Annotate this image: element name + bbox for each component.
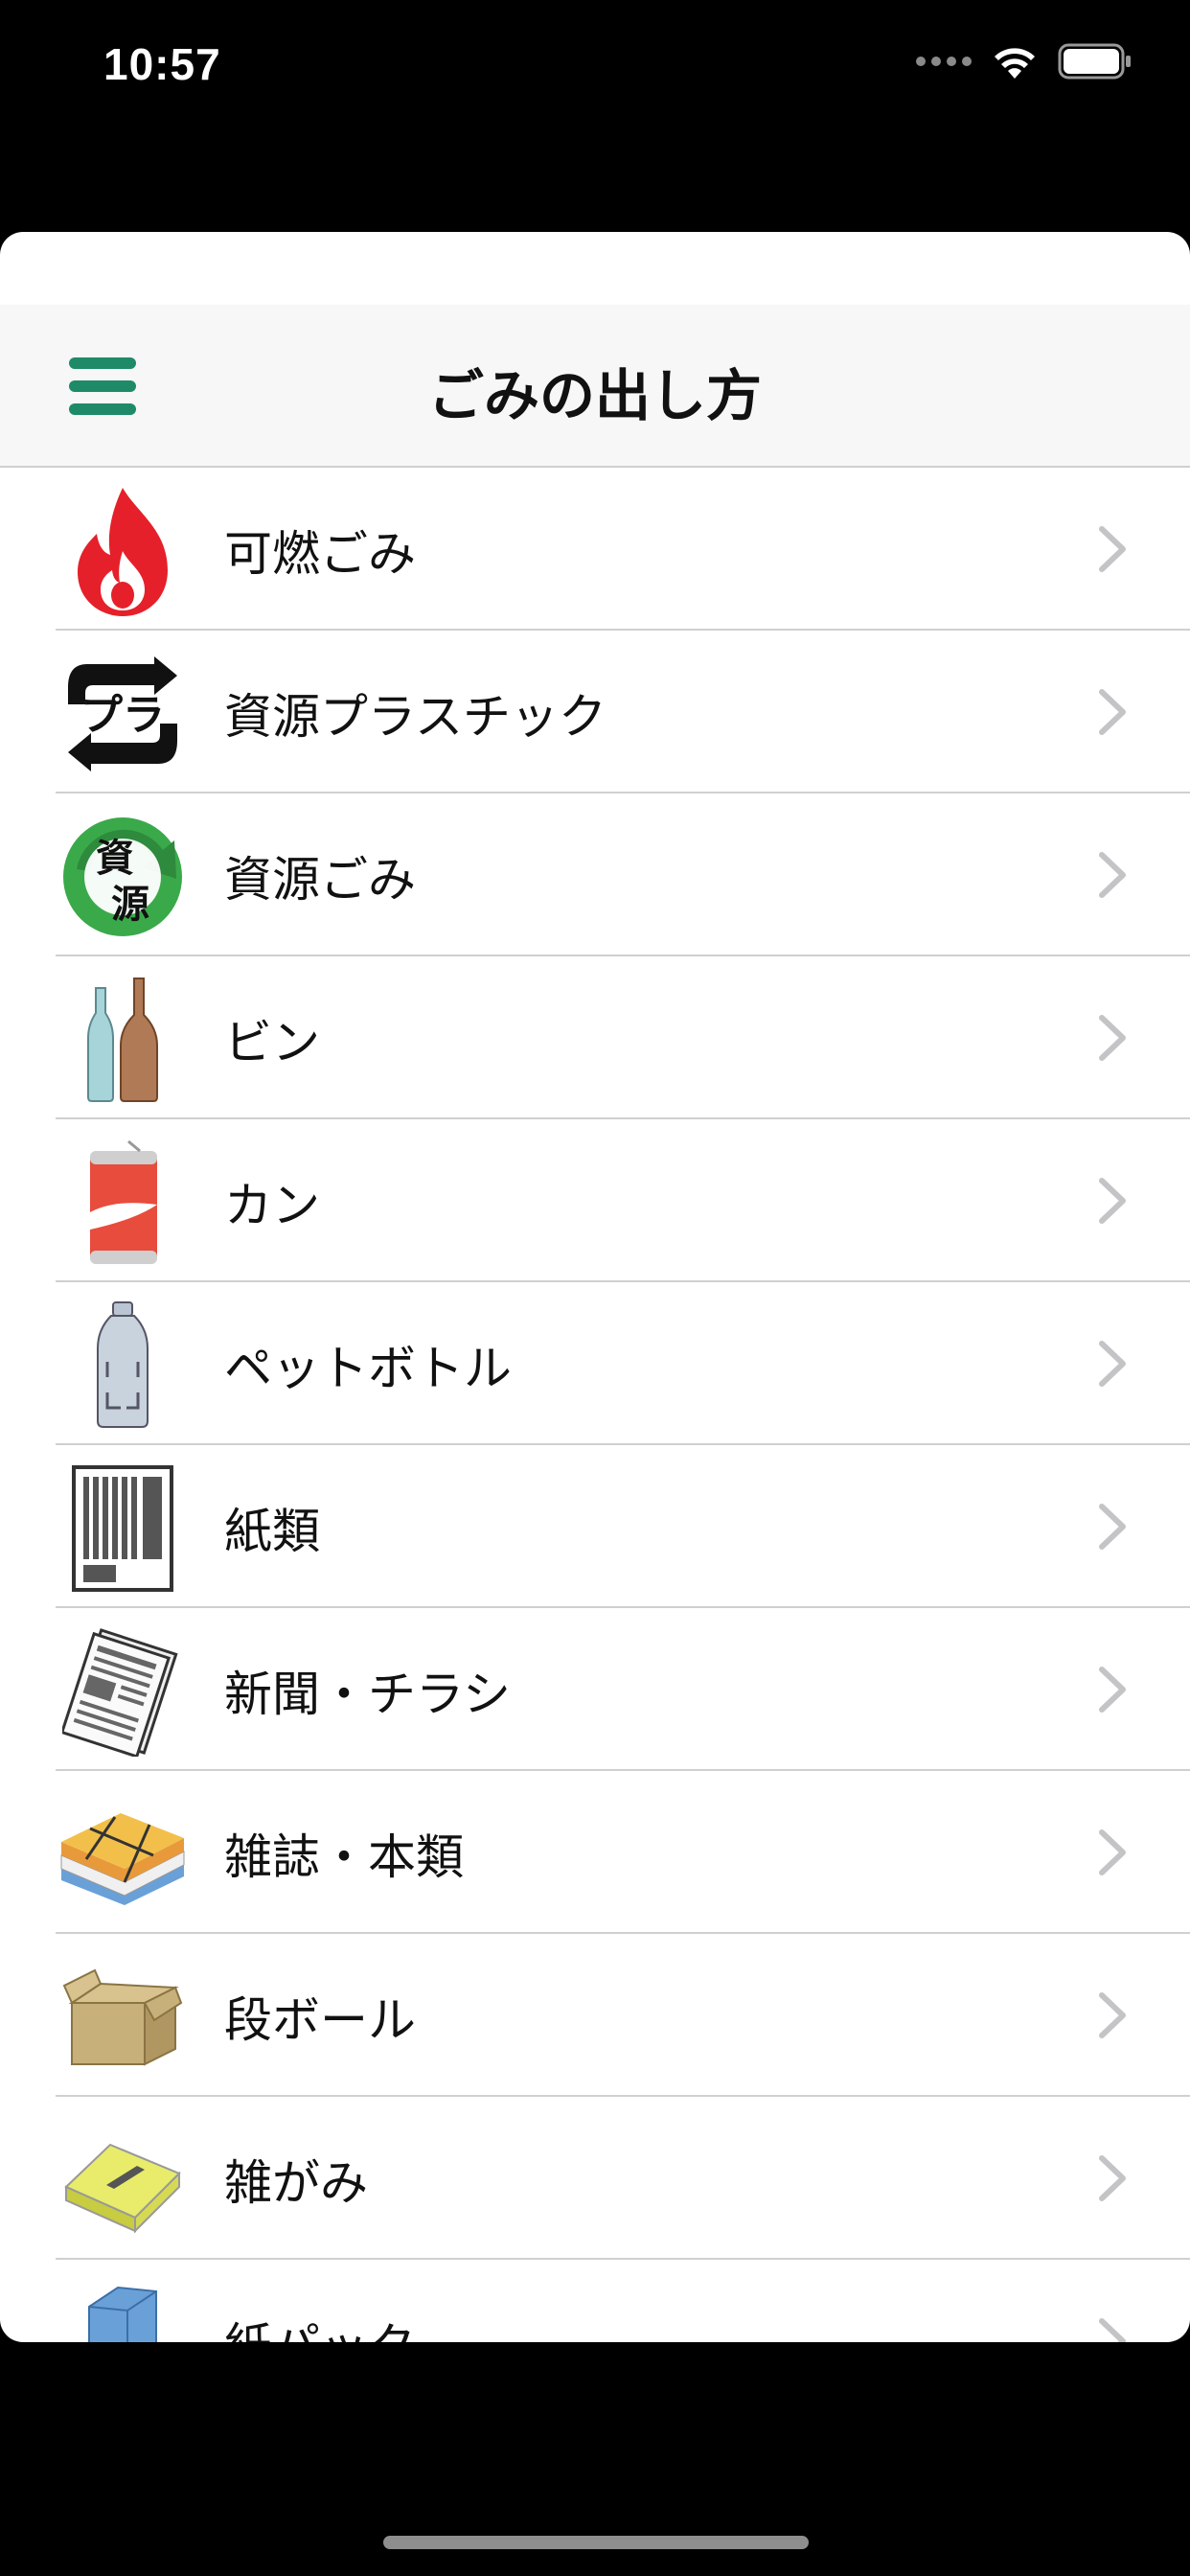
pet-bottle-icon bbox=[56, 1301, 190, 1430]
chevron-right-icon bbox=[1099, 1178, 1126, 1224]
list-item-label: 段ボール bbox=[224, 1992, 416, 2048]
bottles-icon bbox=[56, 976, 190, 1104]
newspaper-icon bbox=[56, 1627, 190, 1757]
list-item-label: 可燃ごみ bbox=[224, 526, 416, 582]
list-item-label: 紙パック bbox=[224, 2308, 416, 2342]
chevron-right-icon bbox=[1099, 1829, 1126, 1875]
chevron-right-icon bbox=[1099, 2155, 1126, 2201]
cellular-signal-icon bbox=[916, 57, 972, 66]
carton-icon-text: K bbox=[98, 2339, 120, 2342]
chevron-right-icon bbox=[1099, 526, 1126, 572]
modal-sheet: ごみの出し方 可燃ごみ プラ 資源プラスチック 資 源 資源ごみ ビン カン ペ… bbox=[0, 232, 1190, 2342]
list-item[interactable]: プラ 資源プラスチック bbox=[0, 631, 1190, 794]
list-item[interactable]: カン bbox=[0, 1119, 1190, 1282]
status-bar: 10:57 bbox=[0, 0, 1190, 134]
list-item-label: ペットボトル bbox=[224, 1341, 512, 1396]
list-item[interactable]: 雑がみ bbox=[0, 2097, 1190, 2260]
list-item-label: 新聞・チラシ bbox=[224, 1667, 511, 1722]
list-item[interactable]: ペットボトル bbox=[0, 1282, 1190, 1445]
magazine-bundle-icon bbox=[56, 1790, 190, 1919]
resource-icon-text-bottom: 源 bbox=[111, 883, 149, 927]
paper-icon bbox=[56, 1464, 190, 1593]
milk-carton-icon: K bbox=[56, 2279, 190, 2342]
chevron-right-icon bbox=[1099, 1015, 1126, 1061]
navigation-bar: ごみの出し方 bbox=[0, 305, 1190, 468]
chevron-right-icon bbox=[1099, 1992, 1126, 2038]
list-item-label: 紙類 bbox=[224, 1504, 320, 1559]
list-item[interactable]: 段ボール bbox=[0, 1934, 1190, 2097]
cardboard-box-icon bbox=[56, 1953, 190, 2082]
list-item-label: 雑誌・本類 bbox=[224, 1829, 464, 1885]
list-item-label: 資源プラスチック bbox=[224, 689, 606, 745]
list-item[interactable]: 可燃ごみ bbox=[0, 468, 1190, 631]
list-item-label: 資源ごみ bbox=[224, 852, 416, 908]
chevron-right-icon bbox=[1099, 1341, 1126, 1387]
list-item-label: 雑がみ bbox=[224, 2155, 368, 2211]
resource-icon-text-top: 資 bbox=[96, 837, 134, 881]
plastic-icon-text: プラ bbox=[80, 691, 165, 740]
list-item[interactable]: K 紙パック bbox=[0, 2260, 1190, 2342]
chevron-right-icon bbox=[1099, 1667, 1126, 1713]
list-item-label: ビン bbox=[224, 1015, 320, 1070]
chevron-right-icon bbox=[1099, 1504, 1126, 1550]
list-item[interactable]: ビン bbox=[0, 956, 1190, 1119]
tissue-box-icon bbox=[56, 2116, 190, 2244]
list-item-label: カン bbox=[224, 1178, 320, 1233]
page-title: ごみの出し方 bbox=[427, 363, 762, 428]
list-item[interactable]: 資 源 資源ごみ bbox=[0, 794, 1190, 956]
chevron-right-icon bbox=[1099, 2318, 1126, 2342]
resource-recycle-icon: 資 源 bbox=[56, 813, 190, 941]
status-time: 10:57 bbox=[103, 39, 221, 89]
list-item[interactable]: 紙類 bbox=[0, 1445, 1190, 1608]
status-icons bbox=[916, 42, 1133, 80]
wifi-icon bbox=[995, 48, 1035, 79]
plastic-recycle-icon: プラ bbox=[56, 650, 190, 778]
home-indicator[interactable] bbox=[383, 2536, 809, 2549]
can-icon bbox=[56, 1138, 190, 1267]
battery-icon bbox=[1058, 43, 1131, 80]
list-item[interactable]: 雑誌・本類 bbox=[0, 1771, 1190, 1934]
chevron-right-icon bbox=[1099, 689, 1126, 735]
category-list: 可燃ごみ プラ 資源プラスチック 資 源 資源ごみ ビン カン ペットボトル 紙… bbox=[0, 468, 1190, 2342]
flame-icon bbox=[56, 487, 190, 616]
chevron-right-icon bbox=[1099, 852, 1126, 898]
list-item[interactable]: 新聞・チラシ bbox=[0, 1608, 1190, 1771]
